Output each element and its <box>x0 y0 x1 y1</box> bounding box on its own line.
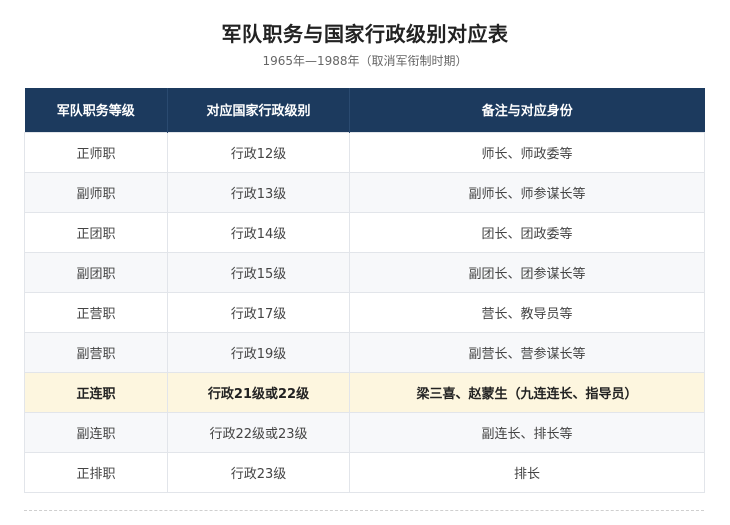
cell-notes: 梁三喜、赵蒙生（九连连长、指导员） <box>349 371 705 413</box>
cell-notes: 营长、教导员等 <box>349 291 705 333</box>
table-row: 副连职 行政22级或23级 副连长、排长等 <box>24 411 705 453</box>
cell-admin-level: 行政19级 <box>167 331 350 373</box>
cell-military-rank: 正营职 <box>24 291 168 333</box>
rank-table: 军队职务等级 对应国家行政级别 备注与对应身份 正师职 行政12级 师长、师政委… <box>24 88 705 493</box>
table-row: 副营职 行政19级 副营长、营参谋长等 <box>24 331 705 373</box>
cell-military-rank: 副营职 <box>24 331 168 373</box>
cell-admin-level: 行政21级或22级 <box>167 371 350 413</box>
table-row: 副团职 行政15级 副团长、团参谋长等 <box>24 251 705 293</box>
dashed-divider <box>24 510 704 511</box>
cell-notes: 副团长、团参谋长等 <box>349 251 705 293</box>
table-row: 正师职 行政12级 师长、师政委等 <box>24 131 705 173</box>
header-notes: 备注与对应身份 <box>481 104 573 120</box>
table-row-highlighted: 正连职 行政21级或22级 梁三喜、赵蒙生（九连连长、指导员） <box>24 371 705 413</box>
table-header-row: 军队职务等级 对应国家行政级别 备注与对应身份 <box>24 88 705 132</box>
cell-admin-level: 行政13级 <box>167 171 350 213</box>
cell-military-rank: 副师职 <box>24 171 168 213</box>
table-row: 正排职 行政23级 排长 <box>24 451 705 493</box>
table-row: 副师职 行政13级 副师长、师参谋长等 <box>24 171 705 213</box>
page: 军队职务与国家行政级别对应表 1965年—1988年（取消军衔制时期） 军队职务… <box>0 0 730 525</box>
cell-admin-level: 行政14级 <box>167 211 350 253</box>
cell-admin-level: 行政22级或23级 <box>167 411 350 453</box>
cell-admin-level: 行政15级 <box>167 251 350 293</box>
page-subtitle: 1965年—1988年（取消军衔制时期） <box>262 54 468 68</box>
cell-notes: 副连长、排长等 <box>349 411 705 453</box>
cell-military-rank: 副连职 <box>24 411 168 453</box>
cell-admin-level: 行政17级 <box>167 291 350 333</box>
cell-military-rank: 正连职 <box>24 371 168 413</box>
cell-notes: 团长、团政委等 <box>349 211 705 253</box>
cell-notes: 副师长、师参谋长等 <box>349 171 705 213</box>
cell-admin-level: 行政23级 <box>167 451 350 493</box>
cell-notes: 师长、师政委等 <box>349 131 705 173</box>
table-row: 正团职 行政14级 团长、团政委等 <box>24 211 705 253</box>
header-admin-level: 对应国家行政级别 <box>167 88 350 132</box>
table-row: 正营职 行政17级 营长、教导员等 <box>24 291 705 333</box>
page-title: 军队职务与国家行政级别对应表 <box>221 22 509 46</box>
cell-military-rank: 副团职 <box>24 251 168 293</box>
cell-military-rank: 正排职 <box>24 451 168 493</box>
cell-military-rank: 正师职 <box>24 131 168 173</box>
cell-admin-level: 行政12级 <box>167 131 350 173</box>
cell-military-rank: 正团职 <box>24 211 168 253</box>
cell-notes: 副营长、营参谋长等 <box>349 331 705 373</box>
header-military-rank: 军队职务等级 <box>24 88 168 132</box>
cell-notes: 排长 <box>349 451 705 493</box>
